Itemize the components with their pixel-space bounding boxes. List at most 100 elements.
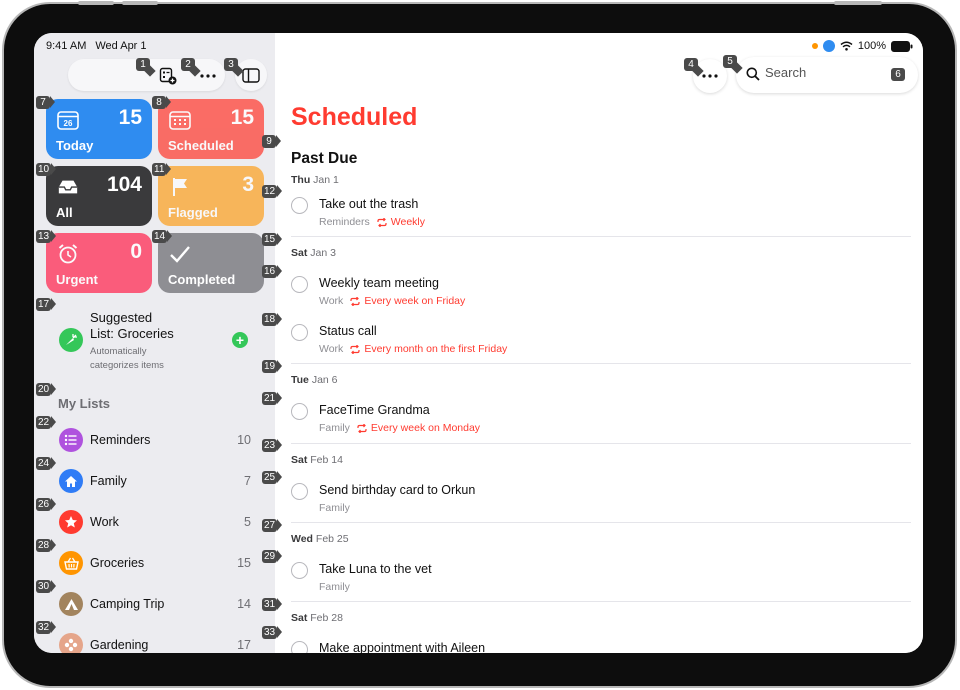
task-checkbox[interactable] xyxy=(291,197,308,214)
task-row: Status call Work Every month on the firs… xyxy=(291,323,911,365)
task-repeat-text: Every week on Monday xyxy=(370,422,481,434)
scheduled-label: Scheduled xyxy=(168,138,234,153)
task-checkbox[interactable] xyxy=(291,324,308,341)
flower-icon xyxy=(59,633,83,653)
date-header: Sat Jan 3 xyxy=(291,247,336,259)
task-title[interactable]: Take Luna to the vet xyxy=(319,562,432,576)
date-weekday: Sat xyxy=(291,454,308,466)
list-item-gardening[interactable]: Gardening 17 xyxy=(56,630,256,653)
smart-list-today[interactable]: 26 15 Today xyxy=(46,99,152,159)
today-day-number: 26 xyxy=(64,119,73,128)
list-item-work[interactable]: Work 5 xyxy=(56,507,256,537)
task-title[interactable]: Send birthday card to Orkun xyxy=(319,483,475,497)
task-checkbox[interactable] xyxy=(291,562,308,579)
list-name: Family xyxy=(90,474,127,488)
list-count: 10 xyxy=(237,433,251,447)
carrot-icon xyxy=(59,328,83,352)
annotation-badge: 1 xyxy=(136,58,150,71)
task-meta: Work Every month on the first Friday xyxy=(319,343,507,355)
task-checkbox[interactable] xyxy=(291,276,308,293)
toggle-sidebar-button[interactable] xyxy=(235,59,267,91)
date-value: Jan 6 xyxy=(311,374,338,386)
list-item-camping-trip[interactable]: Camping Trip 14 xyxy=(56,589,256,619)
task-meta: Family xyxy=(319,581,350,593)
task-title[interactable]: Weekly team meeting xyxy=(319,276,439,290)
annotation-badge: 15 xyxy=(262,233,283,246)
task-checkbox[interactable] xyxy=(291,641,308,653)
calendar-day-icon: 26 xyxy=(57,109,79,131)
date-weekday: Thu xyxy=(291,174,311,186)
date-weekday: Tue xyxy=(291,374,309,386)
all-count: 104 xyxy=(106,173,142,196)
wifi-icon xyxy=(840,41,853,51)
search-input[interactable] xyxy=(765,65,885,80)
date-header: Wed Feb 25 xyxy=(291,533,349,545)
list-options-icon xyxy=(159,67,177,85)
task-title[interactable]: Take out the trash xyxy=(319,197,418,211)
task-title[interactable]: Status call xyxy=(319,324,377,338)
list-item-family[interactable]: Family 7 xyxy=(56,466,256,496)
date-weekday: Sat xyxy=(291,247,308,259)
task-title[interactable]: FaceTime Grandma xyxy=(319,403,430,417)
smart-list-all[interactable]: 104 All xyxy=(46,166,152,226)
task-repeat: Weekly xyxy=(377,216,425,228)
suggested-list-groceries[interactable]: Suggested List: Groceries Automatically … xyxy=(56,308,256,378)
today-count: 15 xyxy=(118,106,142,129)
smart-list-completed[interactable]: Completed xyxy=(158,233,264,293)
flagged-label: Flagged xyxy=(168,205,218,220)
task-meta: Reminders Weekly xyxy=(319,216,425,228)
annotation-badge: 22 xyxy=(36,416,57,429)
task-repeat-text: Every week on Friday xyxy=(364,295,466,307)
smart-list-scheduled[interactable]: 15 Scheduled xyxy=(158,99,264,159)
annotation-badge: 8 xyxy=(152,96,171,109)
sidebar-more-button[interactable] xyxy=(196,65,220,87)
date-value: Jan 1 xyxy=(313,174,339,186)
sidebar: 9:41 AM Wed Apr 1 26 15 Today 15 Schedul… xyxy=(34,33,275,653)
annotation-badge: 6 xyxy=(891,68,905,81)
task-list-name: Family xyxy=(319,502,350,514)
task-meta: Work Every week on Friday xyxy=(319,295,465,307)
suggested-title: Suggested List: Groceries xyxy=(90,310,220,342)
smart-list-flagged[interactable]: 3 Flagged xyxy=(158,166,264,226)
annotation-badge: 19 xyxy=(262,360,283,373)
ellipsis-icon xyxy=(200,74,216,78)
house-icon xyxy=(59,469,83,493)
task-title[interactable]: Make appointment with Aileen xyxy=(319,641,485,653)
smart-list-urgent[interactable]: 0 Urgent xyxy=(46,233,152,293)
show-list-options-button[interactable] xyxy=(157,65,179,87)
task-repeat-text: Weekly xyxy=(390,216,426,228)
repeat-icon xyxy=(350,296,360,306)
repeat-icon xyxy=(357,423,367,433)
date-header: Sat Feb 28 xyxy=(291,612,343,624)
add-suggested-list-button[interactable]: + xyxy=(232,332,248,348)
task-repeat-text: Every month on the first Friday xyxy=(364,343,508,355)
tray-icon xyxy=(57,176,79,198)
flag-icon xyxy=(169,176,191,198)
annotation-badge: 28 xyxy=(36,539,57,552)
annotation-badge: 21 xyxy=(262,392,283,405)
recording-dot-icon xyxy=(811,43,818,49)
task-checkbox[interactable] xyxy=(291,483,308,500)
urgent-label: Urgent xyxy=(56,272,98,287)
status-bar-left: 9:41 AM Wed Apr 1 xyxy=(46,40,147,52)
page-title: Scheduled xyxy=(291,103,418,131)
task-meta: Family Every week on Monday xyxy=(319,422,480,434)
list-item-reminders[interactable]: Reminders 10 xyxy=(56,425,256,455)
volume-button xyxy=(78,1,114,5)
divider xyxy=(291,601,911,602)
siri-icon xyxy=(822,40,835,52)
task-checkbox[interactable] xyxy=(291,403,308,420)
today-label: Today xyxy=(56,138,94,153)
annotation-badge: 12 xyxy=(262,185,283,198)
divider xyxy=(291,363,911,364)
task-repeat: Every week on Monday xyxy=(357,422,480,434)
list-name: Groceries xyxy=(90,556,145,570)
annotation-badge: 14 xyxy=(152,230,173,243)
annotation-badge: 3 xyxy=(224,58,238,71)
all-label: All xyxy=(56,205,73,220)
list-count: 7 xyxy=(244,474,251,488)
main-content: 100% Scheduled Past Due Thu Jan 1 Take o… xyxy=(275,33,923,653)
annotation-badge: 24 xyxy=(36,457,57,470)
list-item-groceries[interactable]: Groceries 15 xyxy=(56,548,256,578)
task-row: Take out the trash Reminders Weekly xyxy=(291,196,911,238)
